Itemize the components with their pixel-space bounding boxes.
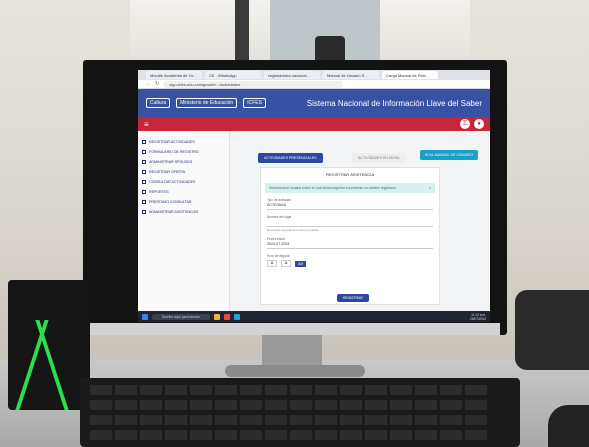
- info-alert: Selecciona el usuario sobre el cual dese…: [265, 183, 435, 193]
- taskbar-search[interactable]: Escribe aquí para buscar: [152, 313, 210, 320]
- sidebar-item-registrar-oferta[interactable]: REGISTRAR OFERTA: [138, 167, 229, 177]
- save-button[interactable]: REGISTRAR: [337, 294, 369, 302]
- browser-tab-active[interactable]: Carga Manual de Plan...: [382, 71, 438, 79]
- alert-text: Selecciona el usuario sobre el cual dese…: [269, 186, 397, 190]
- back-icon[interactable]: ←: [146, 81, 151, 87]
- list-icon: [142, 180, 146, 184]
- doc-icon: [142, 140, 146, 144]
- place-name-input[interactable]: [267, 220, 433, 227]
- speaker: [8, 280, 90, 410]
- logo-cultura: Cultura: [146, 98, 171, 108]
- headset-device: [515, 290, 589, 370]
- field-label: Tipo de actividad: [267, 198, 291, 202]
- close-icon[interactable]: ×: [429, 186, 431, 190]
- taskbar-clock: 11:12 a.m. 25/07/2024: [470, 312, 486, 321]
- monitor-screen: Moodle Academia de Yo... CE - WhatsApp r…: [138, 70, 490, 322]
- monitor-chin: [90, 323, 500, 335]
- users-icon: [142, 160, 146, 164]
- logo-ministerio: Ministerio de Educación: [176, 98, 238, 108]
- field-label: Hora de llegada: [267, 254, 290, 258]
- folder-icon[interactable]: [213, 313, 220, 320]
- key-row: [90, 385, 487, 395]
- sidebar-item-formulario[interactable]: FORMULARIO DE REGISTRO: [138, 147, 229, 157]
- monitor-stand-base: [225, 365, 365, 377]
- tab-actividades-movil[interactable]: ACTIVIDADES EN MOVIL: [352, 153, 407, 163]
- browser-tab[interactable]: CE - WhatsApp: [205, 71, 261, 79]
- key-row: [90, 430, 487, 440]
- reload-icon[interactable]: ↻: [155, 81, 159, 87]
- sidebar-item-asistencias[interactable]: ADMINISTRAR ASISTENCIAS: [138, 207, 229, 217]
- site-title: Sistema Nacional de Información Llave de…: [306, 98, 482, 108]
- field-label: Nombre del lugar: [267, 215, 292, 219]
- manual-button[interactable]: IR AL MANUAL DE USUARIO: [420, 150, 478, 160]
- hour-input[interactable]: 11: [267, 260, 277, 267]
- tab-actividades-presenciales[interactable]: ACTIVIDADES PRESENCIALES: [258, 153, 323, 163]
- field-label: Fecha inicial: [267, 237, 285, 241]
- panel-title: REGISTRAR ASISTENCIA: [325, 172, 374, 177]
- sidebar-item-registrar-actividades[interactable]: REGISTRAR ACTIVIDADES: [138, 137, 229, 147]
- attendance-panel: REGISTRAR ASISTENCIA Selecciona el usuar…: [260, 167, 440, 305]
- photo-scene: Moodle Academia de Yo... CE - WhatsApp r…: [0, 0, 589, 447]
- doc-icon: [142, 170, 146, 174]
- sidebar-item-administrar-spouses[interactable]: ADMINISTRAR SPOUSES: [138, 157, 229, 167]
- windows-icon[interactable]: [142, 313, 148, 320]
- users-icon: [142, 210, 146, 214]
- browser-tabbar: Moodle Academia de Yo... CE - WhatsApp r…: [138, 70, 490, 80]
- site-header: Cultura Ministerio de Educación ICFES Si…: [138, 89, 490, 117]
- browser-tab[interactable]: Manual de Usuario S...: [323, 71, 379, 79]
- time-picker: 11 11 AM: [267, 260, 433, 267]
- sidebar-item-consultar[interactable]: CONSULTAR ACTIVIDADES: [138, 177, 229, 187]
- logo-icfes: ICFES: [243, 98, 266, 108]
- field-note: Recuerda ingresar el nombre completo: [267, 228, 319, 232]
- sidebar: REGISTRAR ACTIVIDADES FORMULARIO DE REGI…: [138, 131, 230, 311]
- main-content: ACTIVIDADES PRESENCIALES ACTIVIDADES EN …: [230, 131, 490, 311]
- browser-tab[interactable]: registraduría.nacional...: [264, 71, 320, 79]
- chrome-icon[interactable]: [223, 313, 230, 320]
- address-bar: ← ↻ sigo.icfes.edu.co/sigoweb/.../activi…: [138, 80, 490, 89]
- key-icon[interactable]: ⚿: [460, 119, 470, 129]
- edge-icon[interactable]: [233, 313, 240, 320]
- red-toolbar: ≡ ⚿ ●: [138, 117, 490, 131]
- start-date-input[interactable]: 2024-07-2024: [267, 242, 433, 249]
- sidebar-item-prestamo[interactable]: PRESTAMO CONSULTAR: [138, 197, 229, 207]
- taskbar: Escribe aquí para buscar 11:12 a.m. 25/07…: [138, 311, 490, 322]
- minute-input[interactable]: 11: [281, 260, 291, 267]
- chart-icon: [142, 190, 146, 194]
- ampm-toggle[interactable]: AM: [295, 260, 307, 267]
- url-field[interactable]: sigo.icfes.edu.co/sigoweb/.../actividade…: [163, 80, 344, 88]
- window-frame: [235, 0, 249, 62]
- sidebar-item-reportes[interactable]: REPORTES: [138, 187, 229, 197]
- book-icon: [142, 200, 146, 204]
- mouse: [548, 405, 589, 447]
- activity-type-select[interactable]: ACTIVIDAD: [267, 203, 433, 210]
- doc-icon: [142, 150, 146, 154]
- browser-tab[interactable]: Moodle Academia de Yo...: [146, 71, 202, 79]
- user-icon[interactable]: ●: [474, 119, 484, 129]
- key-row: [90, 400, 487, 410]
- menu-icon[interactable]: ≡: [144, 120, 149, 129]
- key-row: [90, 415, 487, 425]
